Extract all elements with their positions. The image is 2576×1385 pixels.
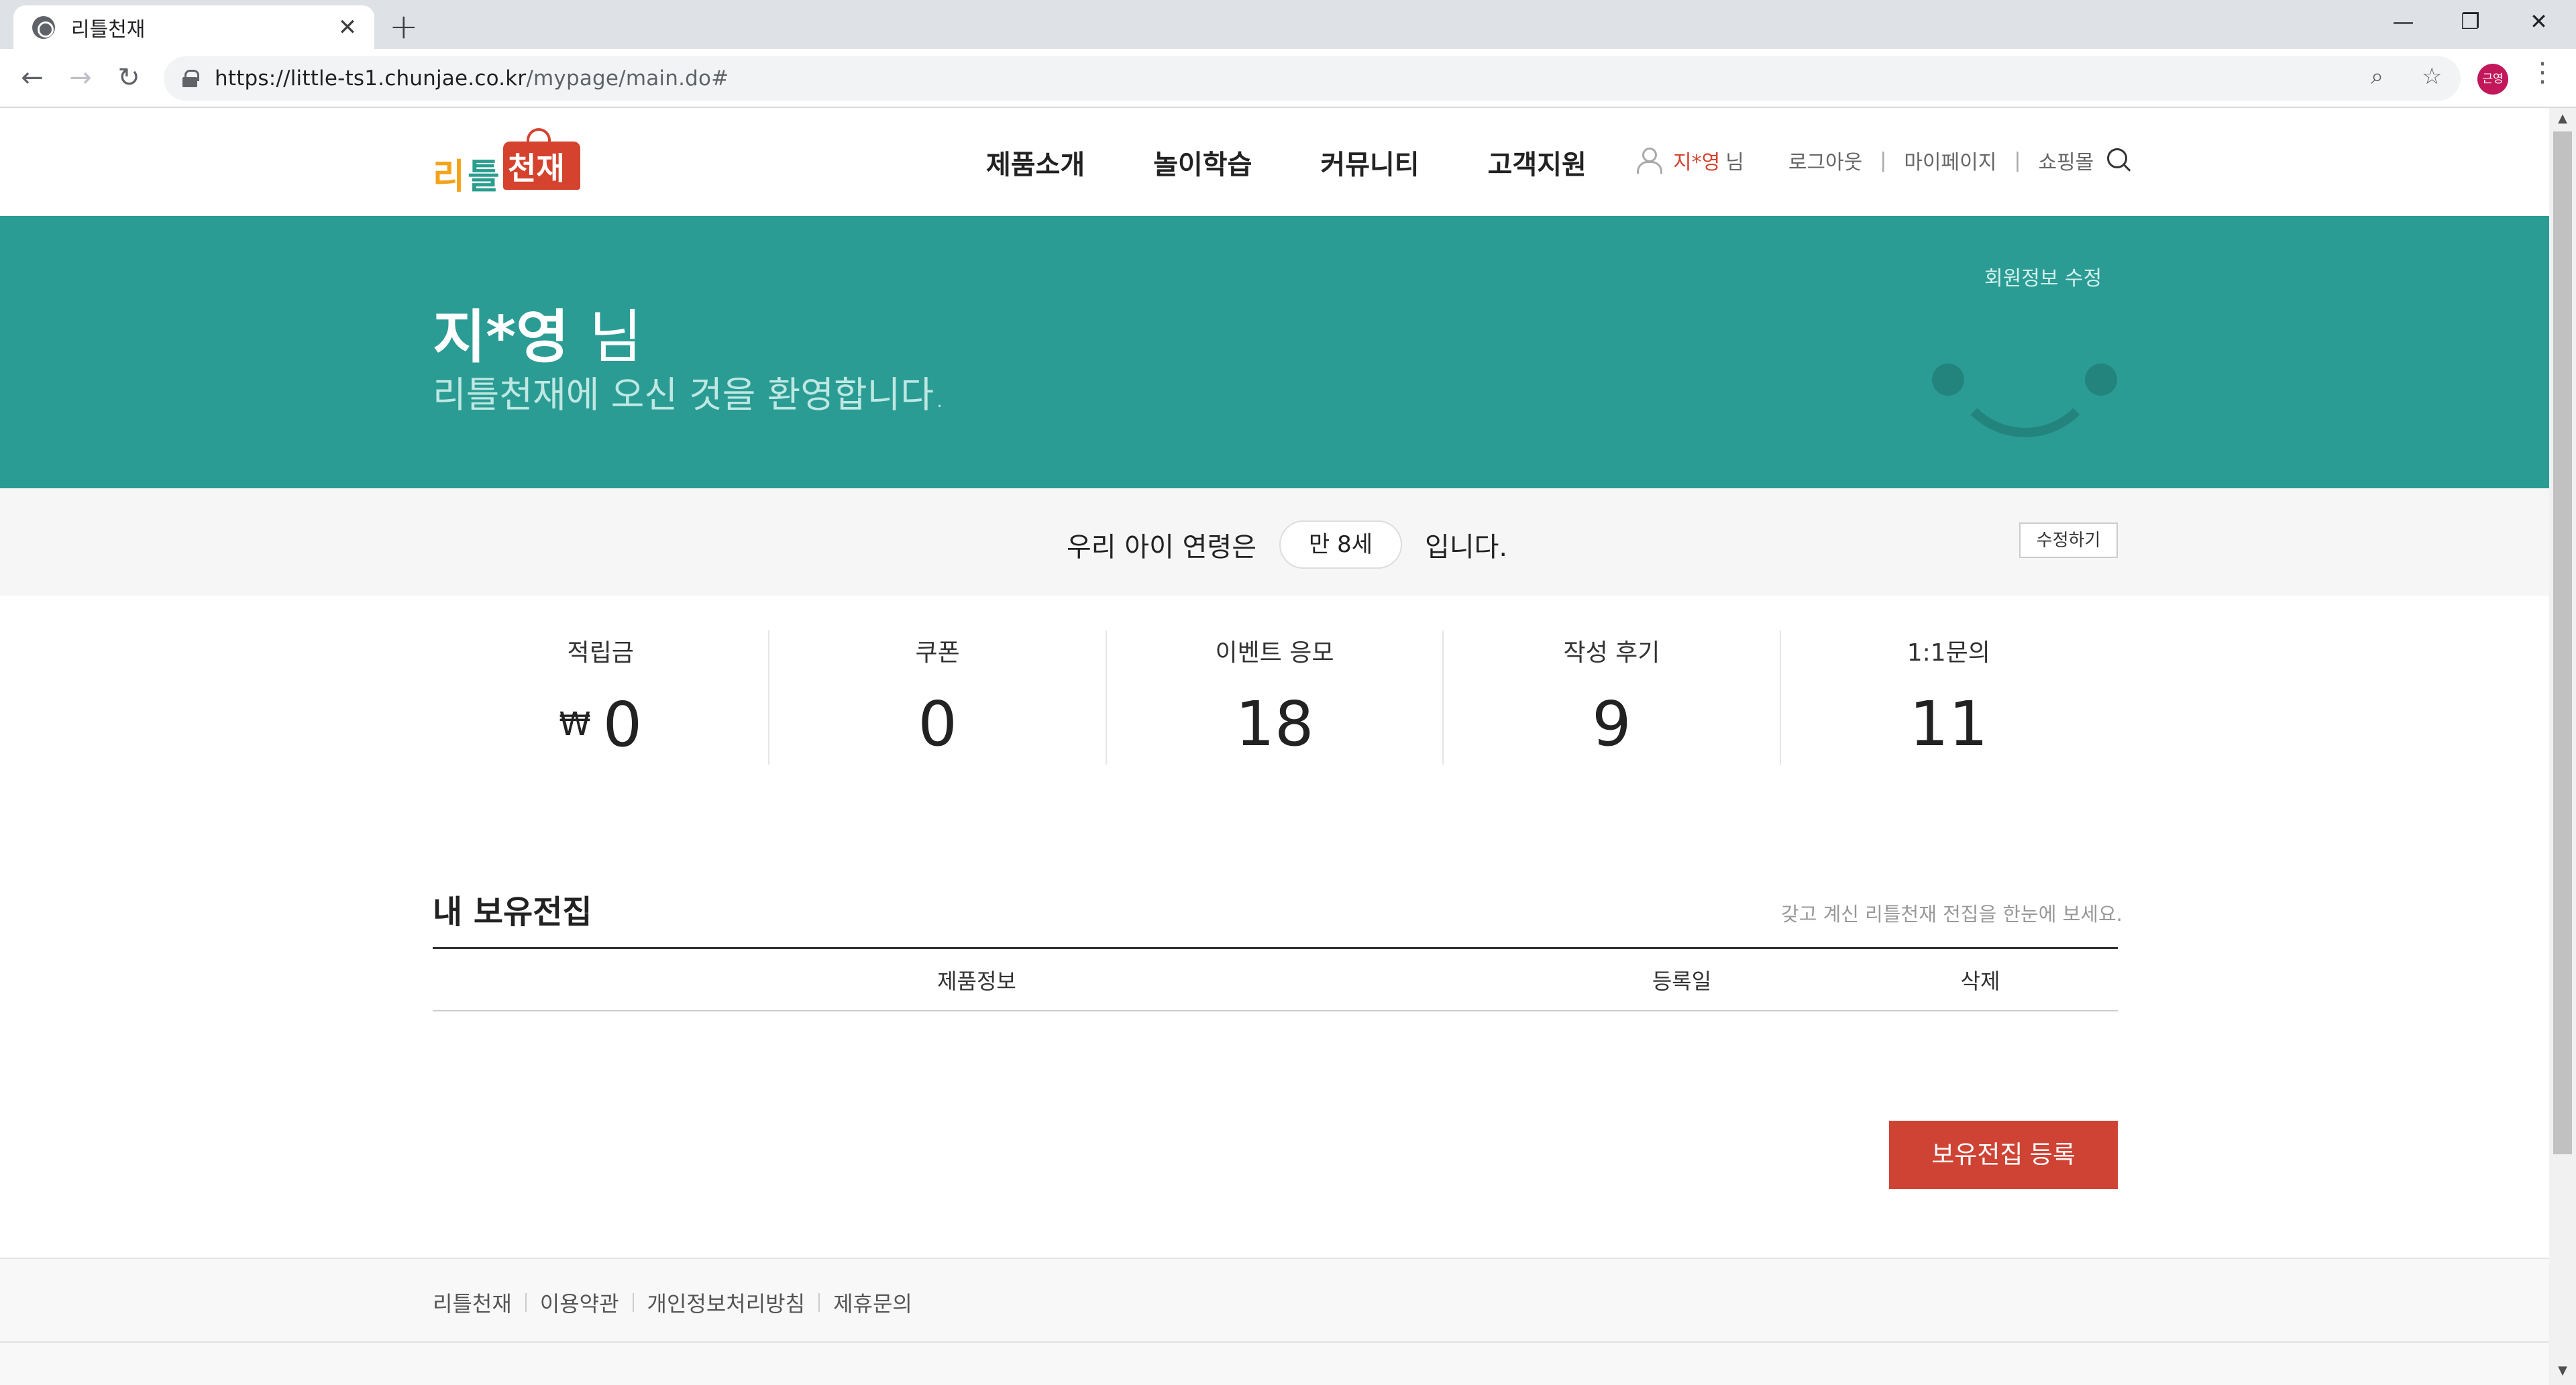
stat-reviews[interactable]: 작성 후기 9 (1444, 630, 1781, 765)
age-value-badge: 만 8세 (1279, 520, 1403, 569)
stat-label: 적립금 (567, 639, 634, 667)
divider (818, 1293, 820, 1312)
divider: | (2014, 148, 2021, 172)
scrollbar-thumb[interactable] (2553, 131, 2572, 1154)
welcome-banner: 지*영 님 리틀천재에 오신 것을 환영합니다. 회원정보 수정 (0, 216, 2549, 488)
register-owned-books-button[interactable]: 보유전집 등록 (1889, 1121, 2118, 1189)
footer-link-home[interactable]: 리틀천재 (433, 1287, 512, 1318)
tab-close-icon[interactable]: ✕ (334, 14, 361, 41)
search-icon[interactable] (2106, 147, 2133, 174)
tab-title: 리틀천재 (71, 17, 146, 42)
stat-label: 작성 후기 (1563, 639, 1660, 667)
logo-char-3: 천재 (508, 150, 565, 186)
site-logo[interactable]: 리 틀 천재 (433, 128, 580, 197)
edit-member-info-link[interactable]: 회원정보 수정 (1984, 262, 2102, 291)
welcome-message: 리틀천재에 오신 것을 환영합니다. (433, 374, 946, 416)
owned-books-description: 갖고 계신 리틀천재 전집을 한눈에 보세요. (1781, 903, 2123, 926)
scroll-down-arrow-icon[interactable]: ▼ (2553, 1364, 2572, 1378)
member-name: 지*영 (433, 304, 570, 371)
owned-books-title: 내 보유전집 (433, 893, 592, 931)
url-host: https://little-ts1.chunjae.co.kr (215, 66, 527, 91)
divider (525, 1293, 527, 1312)
stat-points[interactable]: 적립금 ₩0 (433, 630, 770, 765)
lock-icon[interactable] (182, 70, 199, 87)
age-suffix: 입니다. (1425, 532, 1508, 563)
won-currency-icon: ₩ (559, 706, 591, 743)
restore-button[interactable]: ❐ (2432, 0, 2509, 44)
user-name: 지*영 (1673, 151, 1721, 174)
new-tab-button[interactable]: + (389, 7, 419, 47)
stat-inquiries[interactable]: 1:1문의 11 (1781, 630, 2116, 765)
activity-stats: 적립금 ₩0 쿠폰 0 이벤트 응모 18 작성 후기 9 1:1문의 11 (433, 630, 2116, 765)
browser-toolbar: ← → ↻ https://little-ts1.chunjae.co.kr/m… (0, 49, 2576, 108)
site-footer: 리틀천재 이용약관 개인정보처리방침 제휴문의 (0, 1258, 2549, 1385)
back-arrow-icon[interactable]: ← (12, 58, 52, 99)
stat-value: 0 (918, 688, 957, 760)
nav-community[interactable]: 커뮤니티 (1320, 143, 1419, 182)
footer-link-terms[interactable]: 이용약관 (540, 1287, 619, 1318)
child-age-bar: 우리 아이 연령은 만 8세 입니다. 수정하기 (0, 488, 2549, 596)
stat-number: 0 (602, 689, 643, 761)
utility-menu: 지*영 님 로그아웃 | 마이페이지 | 쇼핑몰 (1635, 146, 2133, 175)
logo-face-icon (527, 128, 551, 142)
nav-products[interactable]: 제품소개 (986, 143, 1085, 182)
globe-icon (32, 15, 55, 39)
age-prefix: 우리 아이 연령은 (1067, 532, 1257, 563)
stat-label: 쿠폰 (915, 639, 960, 667)
column-product-info: 제품정보 (937, 968, 1016, 994)
owned-books-table: 제품정보 등록일 삭제 (433, 947, 2118, 1011)
url-path: /mypage/main.do# (526, 66, 729, 91)
stat-value: 18 (1235, 688, 1314, 760)
stat-coupons[interactable]: 쿠폰 0 (769, 630, 1107, 765)
scroll-up-arrow-icon[interactable]: ▲ (2553, 111, 2572, 125)
close-window-button[interactable]: ✕ (2500, 0, 2576, 44)
edit-age-button[interactable]: 수정하기 (2019, 522, 2118, 558)
reload-icon[interactable]: ↻ (109, 58, 149, 99)
logo-char-2: 틀 (468, 157, 500, 197)
site-header: 리 틀 천재 제품소개 놀이학습 커뮤니티 고객지원 지*영 님 로그아웃 | … (0, 108, 2549, 216)
footer-divider (0, 1341, 2549, 1343)
browser-menu-icon[interactable]: ⋮ (2529, 57, 2556, 88)
logout-link[interactable]: 로그아웃 (1788, 146, 1862, 175)
shop-link[interactable]: 쇼핑몰 (2038, 146, 2094, 175)
footer-link-privacy[interactable]: 개인정보처리방침 (647, 1287, 806, 1318)
forward-arrow-icon[interactable]: → (60, 58, 101, 99)
column-delete: 삭제 (1960, 968, 2000, 994)
member-name-heading: 지*영 님 (433, 290, 642, 374)
column-registered-date: 등록일 (1652, 968, 1712, 994)
minimize-button[interactable]: — (2365, 0, 2442, 44)
stat-label: 1:1문의 (1907, 639, 1990, 667)
smiley-face-icon (1932, 364, 2120, 444)
stat-value: ₩0 (433, 691, 768, 759)
url-text[interactable]: https://little-ts1.chunjae.co.kr/mypage/… (215, 66, 729, 91)
user-icon (1635, 148, 1662, 174)
child-age-line: 우리 아이 연령은 만 8세 입니다. (1067, 520, 1507, 569)
browser-tab-strip: 리틀천재 ✕ + — ❐ ✕ (0, 0, 2576, 49)
logo-char-1: 리 (433, 157, 465, 197)
zoom-icon[interactable]: ⌕ (2371, 63, 2383, 90)
nav-customer-support[interactable]: 고객지원 (1488, 143, 1587, 182)
stat-label: 이벤트 응모 (1215, 639, 1334, 667)
mypage-link[interactable]: 마이페이지 (1904, 146, 1996, 175)
member-honorific: 님 (589, 304, 643, 371)
stat-value: 9 (1592, 688, 1631, 760)
nav-play-learning[interactable]: 놀이학습 (1153, 143, 1252, 182)
stat-event-entries[interactable]: 이벤트 응모 18 (1107, 630, 1444, 765)
stat-value: 11 (1909, 688, 1988, 760)
address-bar[interactable]: https://little-ts1.chunjae.co.kr/mypage/… (164, 56, 2461, 101)
profile-avatar[interactable]: 근영 (2477, 64, 2508, 95)
main-navigation: 제품소개 놀이학습 커뮤니티 고객지원 (986, 143, 1587, 182)
divider: | (1880, 148, 1887, 172)
table-header: 제품정보 등록일 삭제 (433, 947, 2118, 1011)
user-suffix: 님 (1725, 151, 1744, 174)
smiley-mouth (1948, 357, 2102, 437)
footer-links: 리틀천재 이용약관 개인정보처리방침 제휴문의 (433, 1287, 912, 1318)
browser-tab[interactable]: 리틀천재 ✕ (13, 5, 374, 49)
footer-link-partnership[interactable]: 제휴문의 (833, 1287, 912, 1318)
bookmark-star-icon[interactable]: ☆ (2422, 63, 2442, 90)
divider (632, 1293, 634, 1312)
